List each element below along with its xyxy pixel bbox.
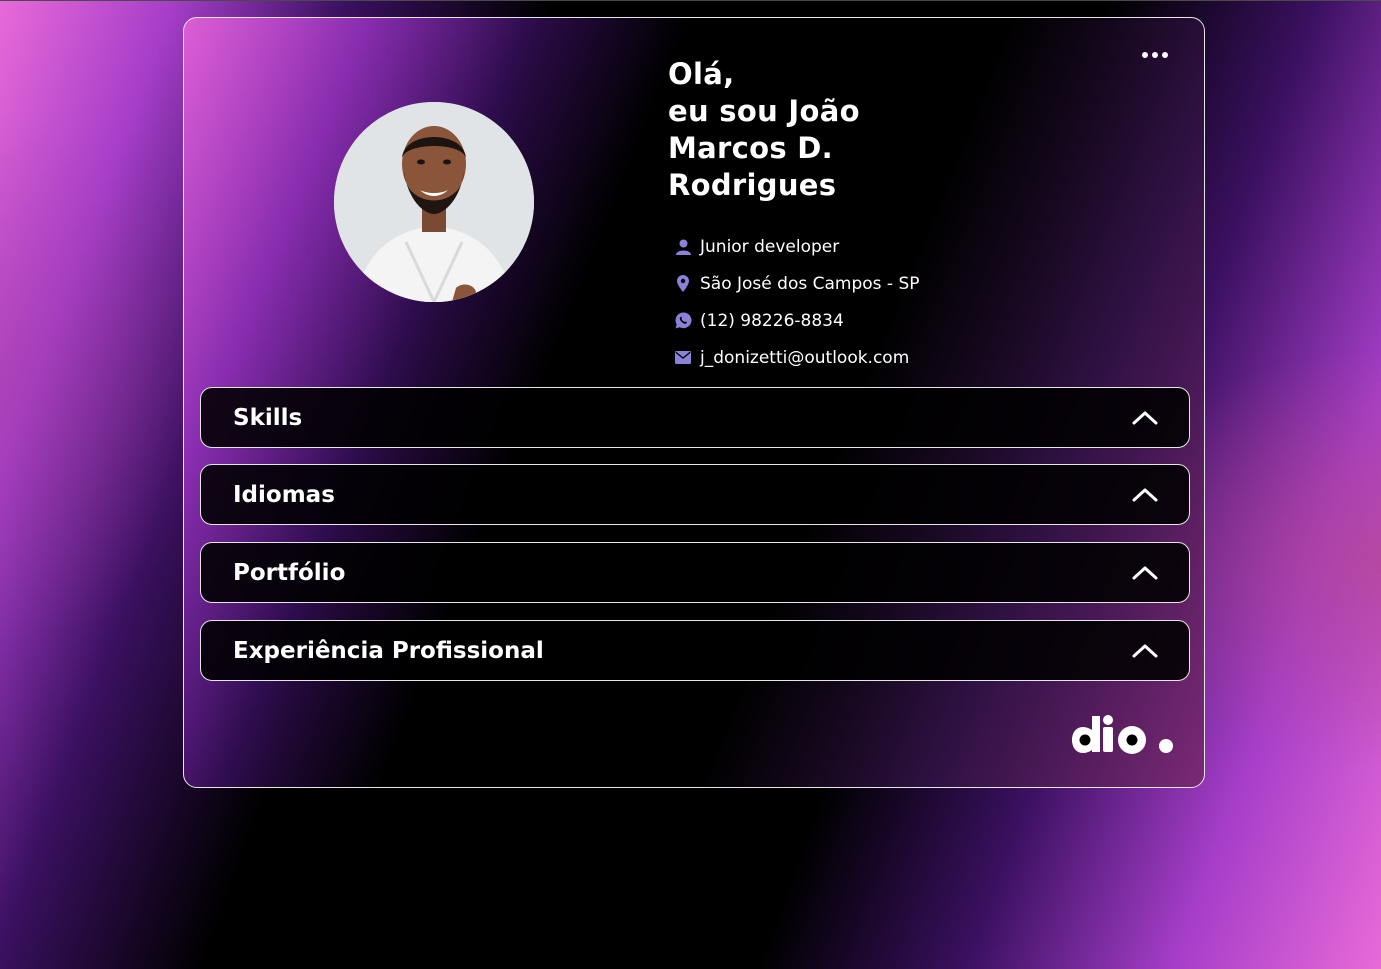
avatar-photo <box>334 102 534 302</box>
chevron-up-icon <box>1132 566 1158 579</box>
dio-logo <box>1072 715 1173 754</box>
accordion-title: Portfólio <box>233 559 346 586</box>
location-row: São José dos Campos - SP <box>674 265 919 302</box>
greeting-line: eu sou João <box>668 94 860 128</box>
email-row: j_donizetti@outlook.com <box>674 339 919 376</box>
accordion-portfolio[interactable]: Portfólio <box>200 542 1190 603</box>
name-line: Rodrigues <box>668 168 837 202</box>
envelope-icon <box>674 349 692 367</box>
map-pin-icon <box>674 275 692 293</box>
greeting-heading: Olá, eu sou João Marcos D. Rodrigues <box>668 56 860 204</box>
more-options-icon[interactable] <box>1142 50 1176 60</box>
chevron-up-icon <box>1132 644 1158 657</box>
accordion-title: Idiomas <box>233 481 335 508</box>
window-top-border <box>0 0 1381 1</box>
chevron-up-icon <box>1132 488 1158 501</box>
phone-text: (12) 98226-8834 <box>700 310 844 331</box>
email-text[interactable]: j_donizetti@outlook.com <box>700 348 909 368</box>
contact-info: Junior developer São José dos Campos - S… <box>674 228 919 376</box>
profile-card: Olá, eu sou João Marcos D. Rodrigues Jun… <box>183 17 1205 788</box>
avatar <box>334 102 534 302</box>
user-icon <box>674 238 692 256</box>
phone-row: (12) 98226-8834 <box>674 302 919 339</box>
location-text: São José dos Campos - SP <box>700 273 920 294</box>
accordion-idiomas[interactable]: Idiomas <box>200 464 1190 525</box>
accordion-title: Skills <box>233 404 303 431</box>
name-line: Marcos D. <box>668 131 833 165</box>
chevron-up-icon <box>1132 411 1158 424</box>
whatsapp-icon <box>674 312 692 330</box>
role-row: Junior developer <box>674 228 919 265</box>
accordion-experiencia[interactable]: Experiência Profissional <box>200 620 1190 681</box>
accordion-title: Experiência Profissional <box>233 637 544 664</box>
greeting-line: Olá, <box>668 57 735 91</box>
role-text: Junior developer <box>700 236 840 257</box>
accordion-skills[interactable]: Skills <box>200 387 1190 448</box>
